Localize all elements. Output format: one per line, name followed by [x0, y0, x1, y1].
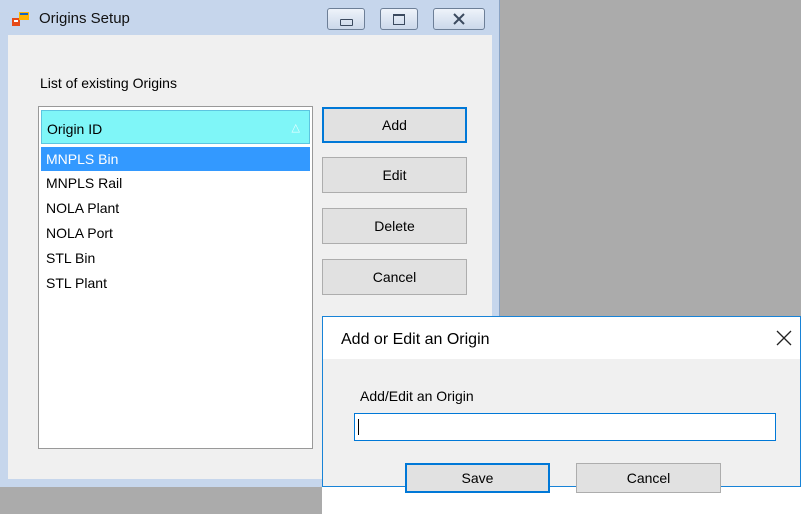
maximize-button[interactable]	[380, 8, 418, 30]
add-edit-origin-dialog: Add or Edit an Origin Add/Edit an Origin…	[322, 316, 801, 493]
cancel-button[interactable]: Cancel	[322, 259, 467, 295]
table-row[interactable]: MNPLS Bin	[41, 147, 310, 171]
table-row[interactable]: STL Bin	[41, 246, 310, 270]
edit-button[interactable]: Edit	[322, 157, 467, 193]
add-button[interactable]: Add	[322, 107, 467, 143]
list-caption: List of existing Origins	[40, 75, 177, 91]
origin-field-label: Add/Edit an Origin	[360, 388, 474, 404]
table-row[interactable]: STL Plant	[41, 271, 310, 295]
close-icon	[453, 13, 465, 25]
close-button[interactable]	[433, 8, 485, 30]
minimize-button[interactable]	[327, 8, 365, 30]
origins-grid[interactable]: Origin ID △ MNPLS Bin MNPLS Rail NOLA Pl…	[38, 106, 313, 449]
window-titlebar[interactable]: Origins Setup	[0, 0, 500, 35]
column-header-origin-id[interactable]: Origin ID △	[41, 110, 310, 144]
sort-ascending-icon: △	[291, 122, 300, 134]
taskbar-strip	[0, 487, 322, 514]
window-title: Origins Setup	[39, 10, 130, 27]
table-row[interactable]: NOLA Port	[41, 221, 310, 245]
dialog-close-button[interactable]	[771, 325, 797, 351]
save-button[interactable]: Save	[405, 463, 550, 493]
minimize-icon	[339, 18, 353, 26]
table-row[interactable]: NOLA Plant	[41, 196, 310, 220]
table-row[interactable]: MNPLS Rail	[41, 171, 310, 195]
app-window-icon	[12, 12, 29, 26]
text-caret	[358, 419, 359, 435]
column-header-label: Origin ID	[47, 121, 103, 137]
dialog-cancel-button[interactable]: Cancel	[576, 463, 721, 493]
dialog-titlebar[interactable]: Add or Edit an Origin	[323, 317, 800, 359]
close-icon	[776, 330, 792, 346]
delete-button[interactable]: Delete	[322, 208, 467, 244]
dialog-title: Add or Edit an Origin	[341, 331, 490, 348]
origin-input[interactable]	[354, 413, 776, 441]
maximize-icon	[393, 13, 405, 25]
